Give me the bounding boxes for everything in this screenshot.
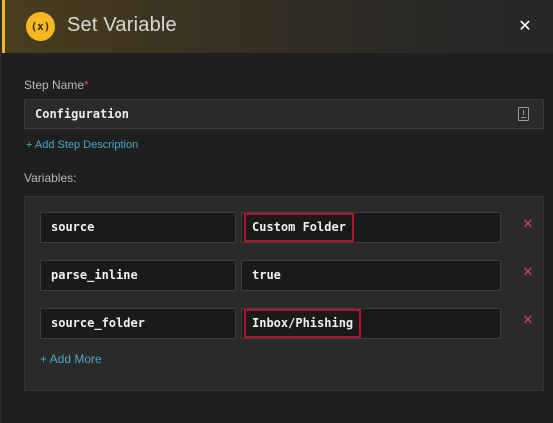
variables-label: Variables: xyxy=(24,171,77,185)
variable-key-input[interactable]: source_folder xyxy=(40,308,236,339)
variable-key: parse_inline xyxy=(51,268,138,282)
variable-value-input[interactable]: true xyxy=(241,260,501,291)
variable-key-input[interactable]: parse_inline xyxy=(40,260,236,291)
variable-key-input[interactable]: source xyxy=(40,212,236,243)
step-name-label: Step Name* xyxy=(24,78,89,92)
step-name-input[interactable]: Configuration xyxy=(24,99,544,129)
document-icon[interactable] xyxy=(518,107,529,121)
variables-panel: source Custom Folder ✕ parse_inline true… xyxy=(24,196,544,391)
step-name-value: Configuration xyxy=(35,107,129,121)
variable-key: source_folder xyxy=(51,316,145,330)
set-variable-dialog: (x) Set Variable ✕ Step Name* Configurat… xyxy=(0,0,553,423)
variable-value-input[interactable]: Inbox/Phishing xyxy=(241,308,501,339)
close-icon[interactable]: ✕ xyxy=(515,16,535,36)
required-mark: * xyxy=(84,78,89,92)
add-step-description-link[interactable]: + Add Step Description xyxy=(26,139,138,151)
variable-value-input[interactable]: Custom Folder xyxy=(241,212,501,243)
delete-icon[interactable]: ✕ xyxy=(522,218,534,231)
variable-key: source xyxy=(51,220,95,234)
step-name-label-text: Step Name xyxy=(24,78,85,92)
add-more-link[interactable]: + Add More xyxy=(40,352,102,366)
variable-icon: (x) xyxy=(26,12,55,41)
variable-value: true xyxy=(252,268,281,282)
delete-icon[interactable]: ✕ xyxy=(522,314,534,327)
variable-value-highlighted: Inbox/Phishing xyxy=(244,309,362,338)
dialog-title: Set Variable xyxy=(67,14,177,36)
dialog-header: (x) Set Variable ✕ xyxy=(2,0,553,53)
variable-value-highlighted: Custom Folder xyxy=(244,213,354,242)
delete-icon[interactable]: ✕ xyxy=(522,266,534,279)
